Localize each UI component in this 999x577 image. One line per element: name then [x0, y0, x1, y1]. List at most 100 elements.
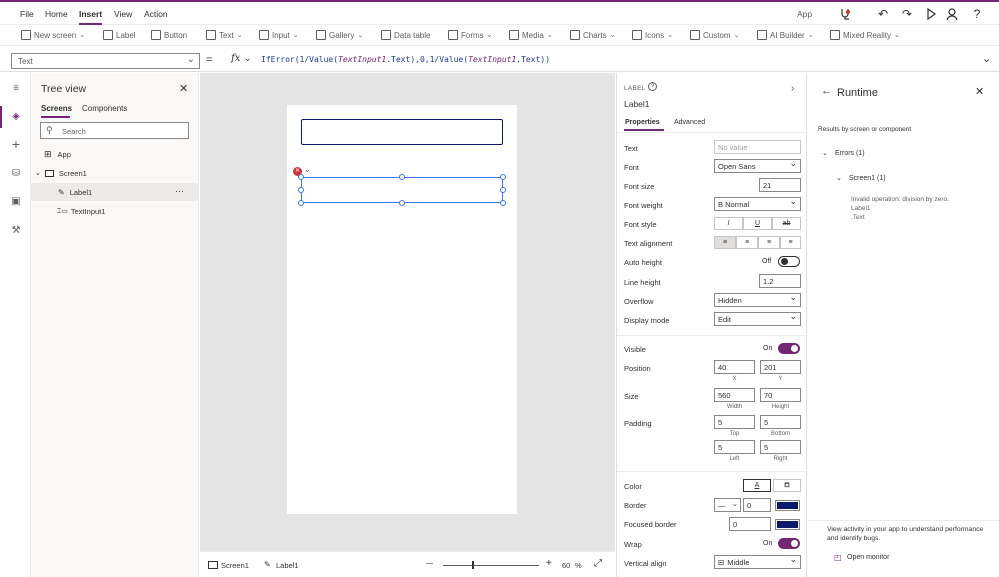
tree-item-label1[interactable]: ✎ Label1 ···: [31, 183, 199, 201]
help-icon[interactable]: ?: [648, 82, 657, 91]
fill-color-button[interactable]: ⛾: [773, 479, 801, 492]
errors-group[interactable]: Errors (1): [835, 150, 865, 157]
resize-handle[interactable]: [399, 174, 405, 180]
chevron-down-icon[interactable]: ⌄: [822, 149, 828, 157]
padding-left-input[interactable]: 5: [714, 440, 755, 454]
data-icon[interactable]: ⛁: [9, 167, 23, 181]
tree-item-screen1[interactable]: ⌄ Screen1: [31, 164, 199, 182]
border-style-dropdown[interactable]: — ⌄: [714, 498, 741, 512]
align-left-button[interactable]: ≡: [714, 236, 736, 249]
status-screen[interactable]: Screen1: [221, 561, 249, 570]
play-icon[interactable]: [924, 7, 938, 21]
strikethrough-button[interactable]: ab: [772, 217, 801, 230]
user-icon[interactable]: [946, 7, 960, 21]
font-dropdown[interactable]: Open Sans: [714, 158, 801, 173]
insert-icon[interactable]: +: [9, 137, 23, 151]
zoom-out-button[interactable]: —: [426, 560, 433, 567]
align-right-button[interactable]: ≡: [758, 236, 780, 249]
fit-to-window-icon[interactable]: ⤢: [594, 558, 602, 569]
input-button[interactable]: Input ⌄: [259, 30, 299, 40]
menu-insert[interactable]: Insert: [79, 9, 103, 25]
help-icon[interactable]: ?: [970, 7, 984, 21]
error-details[interactable]: Invalid operation: division by zero. Lab…: [851, 195, 949, 222]
x-input[interactable]: 40: [714, 360, 755, 374]
text-input-control[interactable]: [301, 119, 503, 145]
advanced-tools-icon[interactable]: ⚒: [9, 224, 23, 238]
ai-builder-button[interactable]: AI Builder ⌄: [757, 30, 814, 40]
menu-home[interactable]: Home: [45, 9, 68, 19]
media-button[interactable]: Media ⌄: [509, 30, 553, 40]
align-center-button[interactable]: ≡: [736, 236, 758, 249]
chevron-down-icon[interactable]: ⌄: [244, 53, 252, 64]
chevron-down-icon[interactable]: ⌄: [836, 174, 842, 182]
focused-border-color-swatch[interactable]: [775, 519, 800, 530]
tree-item-textinput1[interactable]: ⌶▭ TextInput1: [31, 202, 199, 220]
padding-top-input[interactable]: 5: [714, 415, 755, 429]
font-weight-dropdown[interactable]: B Normal: [714, 196, 801, 211]
font-size-input[interactable]: 21: [759, 178, 801, 192]
forms-button[interactable]: Forms ⌄: [448, 30, 493, 40]
zoom-slider-thumb[interactable]: [472, 561, 474, 569]
app-screen[interactable]: ✕ ⌄: [287, 105, 517, 514]
tab-components[interactable]: Components: [82, 104, 127, 113]
tree-item-app[interactable]: ⊞ App: [31, 145, 199, 163]
status-label[interactable]: Label1: [276, 561, 299, 570]
close-icon[interactable]: ✕: [975, 85, 984, 98]
menu-view[interactable]: View: [114, 9, 132, 19]
tree-view-icon[interactable]: ◈: [9, 110, 23, 124]
gallery-button[interactable]: Gallery ⌄: [316, 30, 363, 40]
screen-error-group[interactable]: Screen1 (1): [849, 175, 886, 182]
button-button[interactable]: Button: [151, 30, 187, 40]
focused-border-width-input[interactable]: 0: [729, 517, 771, 531]
label-button[interactable]: Label: [103, 30, 136, 40]
y-input[interactable]: 201: [760, 360, 801, 374]
resize-handle[interactable]: [298, 187, 304, 193]
text-color-button[interactable]: A: [743, 479, 771, 492]
resize-handle[interactable]: [500, 200, 506, 206]
underline-button[interactable]: U: [743, 217, 772, 230]
resize-handle[interactable]: [298, 200, 304, 206]
data-table-button[interactable]: Data table: [381, 30, 430, 40]
app-checker-icon[interactable]: [838, 7, 852, 21]
back-arrow-icon[interactable]: ←: [821, 85, 832, 97]
border-color-swatch[interactable]: [775, 500, 800, 511]
chevron-right-icon[interactable]: ›: [791, 83, 794, 94]
mixed-reality-button[interactable]: Mixed Reality ⌄: [830, 30, 900, 40]
icons-button[interactable]: Icons ⌄: [632, 30, 673, 40]
fx-icon[interactable]: fx: [231, 53, 240, 64]
more-options-icon[interactable]: ···: [175, 186, 184, 196]
italic-button[interactable]: I: [714, 217, 743, 230]
padding-bottom-input[interactable]: 5: [760, 415, 801, 429]
resize-handle[interactable]: [500, 174, 506, 180]
overflow-dropdown[interactable]: Hidden: [714, 292, 801, 307]
display-mode-dropdown[interactable]: Edit: [714, 311, 801, 326]
custom-button[interactable]: Custom ⌄: [690, 30, 739, 40]
auto-height-toggle[interactable]: [778, 256, 800, 267]
resize-handle[interactable]: [298, 174, 304, 180]
hamburger-icon[interactable]: ≡: [9, 82, 23, 96]
redo-icon[interactable]: ↷: [900, 7, 914, 21]
padding-right-input[interactable]: 5: [760, 440, 801, 454]
resize-handle[interactable]: [399, 200, 405, 206]
tab-screens[interactable]: Screens: [41, 104, 72, 113]
text-property-input[interactable]: No value: [714, 140, 801, 154]
tab-advanced[interactable]: Advanced: [674, 119, 705, 126]
undo-icon[interactable]: ↶: [876, 7, 890, 21]
formula-input[interactable]: IfError(1/Value(TextInput1.Text),0,1/Val…: [257, 53, 975, 69]
align-justify-button[interactable]: ≡: [780, 236, 801, 249]
width-input[interactable]: 560: [714, 388, 755, 402]
menu-action[interactable]: Action: [144, 9, 168, 19]
visible-toggle[interactable]: [778, 343, 800, 354]
charts-button[interactable]: Charts ⌄: [570, 30, 615, 40]
menu-file[interactable]: File: [20, 9, 34, 19]
tab-properties[interactable]: Properties: [625, 119, 660, 126]
vertical-align-dropdown[interactable]: ⊟ Middle: [714, 554, 801, 569]
control-name[interactable]: Label1: [624, 99, 650, 109]
resize-handle[interactable]: [500, 187, 506, 193]
zoom-in-button[interactable]: +: [546, 558, 552, 569]
zoom-slider[interactable]: [443, 565, 539, 566]
border-width-input[interactable]: 0: [743, 498, 771, 512]
chevron-down-icon[interactable]: ⌄: [304, 165, 311, 174]
new-screen-button[interactable]: New screen ⌄: [21, 30, 85, 40]
expand-formula-icon[interactable]: ⌄: [982, 52, 991, 65]
